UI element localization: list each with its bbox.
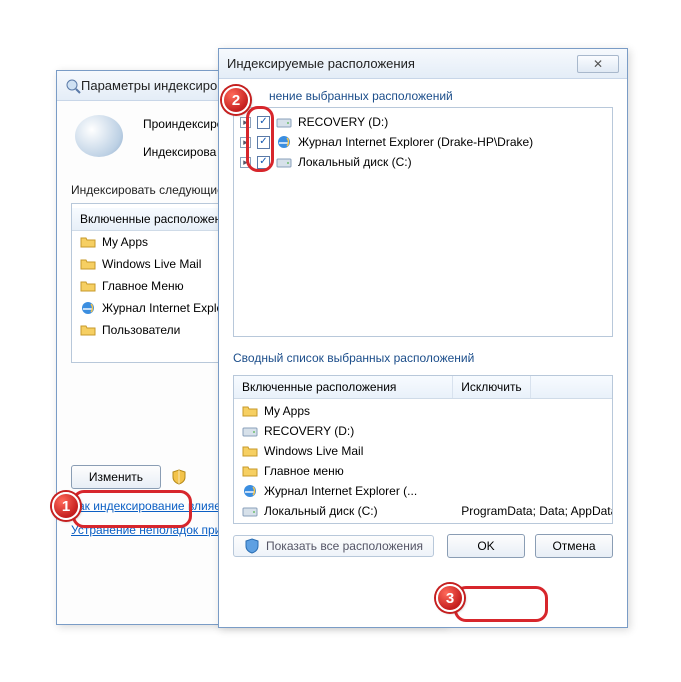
tree-item[interactable]: ▸ RECOVERY (D:): [240, 112, 606, 132]
close-icon: ✕: [593, 57, 603, 71]
expand-icon[interactable]: ▸: [240, 157, 251, 168]
expand-icon[interactable]: ▸: [240, 137, 251, 148]
summary-row[interactable]: Журнал Internet Explorer (...: [234, 481, 612, 501]
window-title-front: Индексируемые расположения: [227, 56, 577, 71]
locations-tree[interactable]: ▸ RECOVERY (D:) ▸ Журнал Internet Explorer …: [233, 107, 613, 337]
summary-label: Журнал Internet Explorer (...: [264, 484, 417, 498]
folder-icon: [80, 256, 96, 272]
summary-row[interactable]: Локальный диск (C:) ProgramData; Data; Ap…: [234, 501, 612, 521]
magnifier-graphic: [75, 115, 123, 157]
shield-icon: [171, 469, 187, 485]
summary-exclude: [453, 401, 612, 421]
drive-icon: [242, 423, 258, 439]
summary-row[interactable]: Главное меню: [234, 461, 612, 481]
window-icon: [65, 78, 81, 94]
folder-icon: [80, 278, 96, 294]
ie-icon: [242, 483, 258, 499]
summary-label: RECOVERY (D:): [264, 424, 354, 438]
item-label: Журнал Internet Explore: [102, 301, 234, 315]
summary-label: Локальный диск (C:): [264, 504, 378, 518]
tree-item-label: Локальный диск (C:): [298, 155, 412, 169]
expand-icon[interactable]: ▸: [240, 117, 251, 128]
ie-icon: [80, 300, 96, 316]
folder-icon: [242, 463, 258, 479]
item-label: Главное Меню: [102, 279, 184, 293]
status-line2: Индексирова: [143, 145, 230, 159]
group-summary: Сводный список выбранных расположений: [233, 351, 613, 365]
folder-icon: [80, 322, 96, 338]
indexed-locations-window: Индексируемые расположения ✕ нение выбра…: [218, 48, 628, 628]
col-exclude[interactable]: Исключить: [453, 376, 530, 398]
tree-item[interactable]: ▸ Локальный диск (C:): [240, 152, 606, 172]
summary-row[interactable]: RECOVERY (D:): [234, 421, 612, 441]
checkbox[interactable]: [257, 136, 270, 149]
show-all-button[interactable]: Показать все расположения: [233, 535, 434, 557]
item-label: My Apps: [102, 235, 148, 249]
show-all-label: Показать все расположения: [266, 539, 423, 553]
summary-exclude: [453, 461, 612, 481]
summary-exclude: ProgramData; Data; AppData;...: [453, 501, 612, 521]
summary-exclude: [453, 441, 612, 461]
folder-icon: [242, 443, 258, 459]
folder-icon: [80, 234, 96, 250]
checkbox[interactable]: [257, 116, 270, 129]
summary-row[interactable]: Windows Live Mail: [234, 441, 612, 461]
ok-button[interactable]: OK: [447, 534, 525, 558]
modify-button[interactable]: Изменить: [71, 465, 161, 489]
item-label: Пользователи: [102, 323, 180, 337]
close-button[interactable]: ✕: [577, 55, 619, 73]
tree-item-label: Журнал Internet Explorer (Drake-HP\Drake…: [298, 135, 533, 149]
titlebar-front: Индексируемые расположения ✕: [219, 49, 627, 79]
summary-exclude: [453, 421, 612, 441]
summary-label: Главное меню: [264, 464, 344, 478]
summary-exclude: [453, 481, 612, 501]
status-line1: Проиндексиров: [143, 117, 230, 131]
checkbox[interactable]: [257, 156, 270, 169]
item-label: Windows Live Mail: [102, 257, 201, 271]
drive-icon: [242, 503, 258, 519]
col-included[interactable]: Включенные расположения: [234, 376, 453, 398]
drive-icon: [276, 154, 292, 170]
summary-list: Включенные расположения Исключить My App…: [233, 375, 613, 524]
ie-icon: [276, 134, 292, 150]
summary-rows: My Apps RECOVERY (D:) Windows Live Mail Гла…: [234, 399, 612, 523]
group-change-selected: нение выбранных расположений: [269, 89, 613, 103]
tree-item[interactable]: ▸ Журнал Internet Explorer (Drake-HP\Drak…: [240, 132, 606, 152]
shield-icon: [244, 538, 260, 554]
summary-label: My Apps: [264, 404, 310, 418]
cancel-button[interactable]: Отмена: [535, 534, 613, 558]
summary-row[interactable]: My Apps: [234, 401, 612, 421]
summary-label: Windows Live Mail: [264, 444, 363, 458]
drive-icon: [276, 114, 292, 130]
folder-icon: [242, 403, 258, 419]
tree-item-label: RECOVERY (D:): [298, 115, 388, 129]
